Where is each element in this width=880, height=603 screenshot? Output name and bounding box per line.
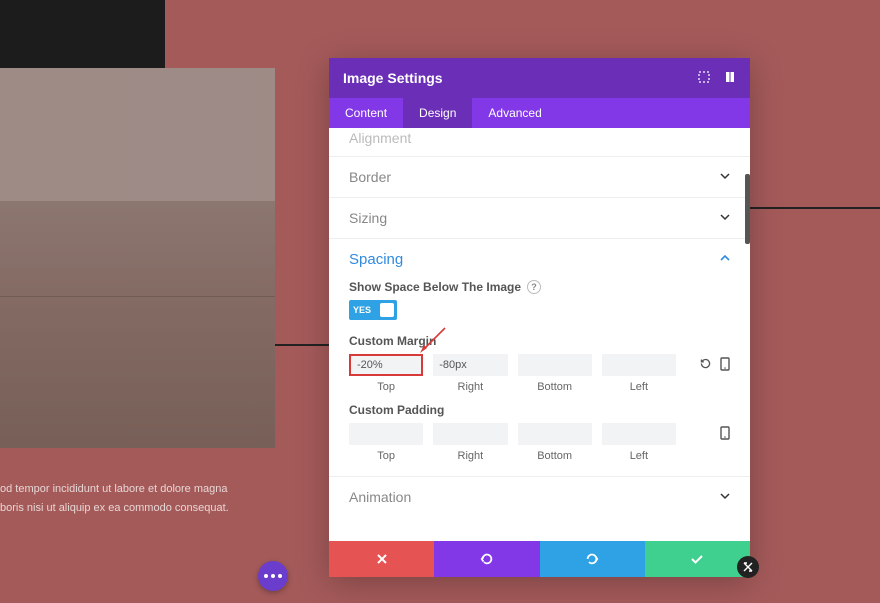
scrollbar[interactable]	[745, 174, 750, 244]
accordion-spacing: Spacing Show Space Below The Image ? YES…	[329, 239, 750, 477]
expand-icon[interactable]	[698, 71, 710, 86]
side-label-bottom: Bottom	[537, 381, 572, 393]
image-settings-modal: Image Settings Content Design Advanced A…	[329, 58, 750, 577]
tab-content[interactable]: Content	[329, 98, 403, 128]
tab-design[interactable]: Design	[403, 98, 472, 128]
builder-image-module[interactable]	[0, 68, 275, 448]
modal-header: Image Settings	[329, 58, 750, 98]
side-label-top: Top	[377, 450, 395, 462]
chevron-down-icon	[720, 212, 730, 225]
accordion-border[interactable]: Border	[329, 157, 750, 198]
accordion-spacing-header[interactable]: Spacing	[349, 251, 730, 268]
chevron-down-icon	[720, 491, 730, 504]
accordion-label: Border	[349, 169, 391, 185]
side-label-right: Right	[458, 381, 484, 393]
show-space-toggle[interactable]: YES	[349, 300, 397, 320]
responsive-icon[interactable]	[720, 357, 730, 374]
margin-left-input[interactable]	[602, 354, 676, 376]
show-space-label: Show Space Below The Image ?	[349, 280, 730, 294]
reset-icon[interactable]	[699, 357, 712, 373]
placeholder-image	[0, 68, 275, 448]
accordion-sizing[interactable]: Sizing	[329, 198, 750, 239]
divider-line-right	[750, 207, 880, 209]
cancel-button[interactable]	[329, 541, 434, 577]
tab-advanced[interactable]: Advanced	[472, 98, 557, 128]
help-icon[interactable]: ?	[527, 280, 541, 294]
margin-inputs-row: Top Right Bottom Left	[349, 354, 730, 393]
side-label-bottom: Bottom	[537, 450, 572, 462]
custom-margin-label: Custom Margin	[349, 334, 730, 348]
toggle-knob	[380, 303, 394, 317]
divider-line-left	[275, 344, 330, 346]
custom-padding-label: Custom Padding	[349, 403, 730, 417]
chevron-down-icon	[720, 171, 730, 184]
modal-tabs: Content Design Advanced	[329, 98, 750, 128]
padding-top-input[interactable]	[349, 423, 423, 445]
toggle-yes-label: YES	[353, 305, 371, 315]
accordion-label: Alignment	[349, 130, 411, 146]
modal-title: Image Settings	[343, 70, 443, 86]
side-label-left: Left	[630, 381, 648, 393]
padding-bottom-input[interactable]	[518, 423, 592, 445]
accordion-label: Sizing	[349, 210, 387, 226]
resize-handle[interactable]	[737, 556, 759, 578]
padding-left-input[interactable]	[602, 423, 676, 445]
accordion-alignment[interactable]: Alignment	[329, 128, 750, 157]
margin-right-input[interactable]	[433, 354, 507, 376]
undo-button[interactable]	[434, 541, 539, 577]
chevron-up-icon	[720, 253, 730, 266]
side-label-top: Top	[377, 381, 395, 393]
side-label-left: Left	[630, 450, 648, 462]
margin-bottom-input[interactable]	[518, 354, 592, 376]
side-label-right: Right	[458, 450, 484, 462]
accordion-label: Animation	[349, 489, 411, 505]
padding-inputs-row: Top Right Bottom Left	[349, 423, 730, 462]
snap-icon[interactable]	[724, 71, 736, 86]
more-actions-fab[interactable]	[258, 561, 288, 591]
header-icons	[698, 71, 736, 86]
margin-top-input[interactable]	[349, 354, 423, 376]
accordion-label: Spacing	[349, 251, 403, 268]
responsive-icon[interactable]	[720, 426, 730, 443]
modal-body: Alignment Border Sizing Spacing Sho	[329, 128, 750, 541]
padding-right-input[interactable]	[433, 423, 507, 445]
modal-footer	[329, 541, 750, 577]
accordion-animation[interactable]: Animation	[329, 477, 750, 517]
save-button[interactable]	[645, 541, 750, 577]
redo-button[interactable]	[540, 541, 645, 577]
